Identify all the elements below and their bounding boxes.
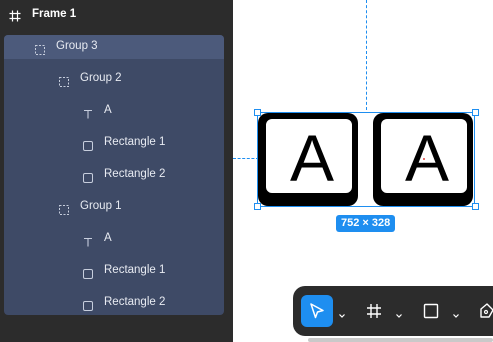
layer-text-a[interactable]: A: [4, 227, 224, 259]
selection-size-badge: 752 × 328: [336, 215, 396, 232]
layer-label: Group 3: [56, 40, 98, 52]
resize-handle-top-left[interactable]: [254, 109, 261, 116]
pen-nib-icon: [480, 303, 493, 318]
horizontal-guide-line: [233, 158, 259, 159]
chevron-down-icon[interactable]: [338, 307, 346, 318]
layer-frame-1[interactable]: Frame 1: [0, 0, 233, 31]
layer-text-a[interactable]: A: [4, 99, 224, 131]
vertical-guide-line: [366, 0, 367, 110]
layer-label: Rectangle 1: [104, 136, 166, 148]
rectangle-icon: [83, 298, 93, 311]
toolbar-scrollbar[interactable]: [308, 338, 493, 342]
layer-label: Group 1: [80, 200, 122, 212]
resize-handle-bottom-left[interactable]: [254, 203, 261, 210]
layer-label: Rectangle 2: [104, 296, 166, 308]
bottom-toolbar: [293, 286, 493, 336]
rectangle-icon: [83, 138, 93, 151]
frame-tool-button[interactable]: [358, 295, 390, 327]
layer-label: Group 2: [80, 72, 122, 84]
chevron-down-icon[interactable]: [452, 307, 460, 318]
resize-handle-bottom-right[interactable]: [472, 203, 479, 210]
move-tool-button[interactable]: [301, 295, 333, 327]
text-icon: [83, 234, 93, 247]
selection-bounding-box[interactable]: [257, 112, 475, 207]
resize-handle-top-right[interactable]: [472, 109, 479, 116]
layer-group-3[interactable]: Group 3: [4, 35, 224, 67]
frame-hash-icon: [367, 304, 381, 318]
rectangle-icon: [83, 170, 93, 183]
layer-label: A: [104, 104, 112, 116]
layer-rectangle-2[interactable]: Rectangle 2: [4, 163, 224, 195]
rectangle-icon: [423, 303, 439, 319]
cursor-arrow-icon: [310, 303, 324, 319]
group-dashed-icon: [59, 74, 69, 87]
selected-group-block: Group 3 Group 2 A Rectangle 1 Rectangle …: [4, 35, 224, 315]
layer-rectangle-1[interactable]: Rectangle 1: [4, 259, 224, 291]
layer-label: Rectangle 1: [104, 264, 166, 276]
shape-tool-button[interactable]: [415, 295, 447, 327]
layer-rectangle-2[interactable]: Rectangle 2: [4, 291, 224, 315]
layer-label: Frame 1: [32, 8, 77, 20]
frame-hash-icon: [9, 9, 21, 22]
rectangle-icon: [83, 266, 93, 279]
chevron-down-icon[interactable]: [395, 307, 403, 318]
layer-group-1[interactable]: Group 1: [4, 195, 224, 227]
layer-label: A: [104, 232, 112, 244]
layer-label: Rectangle 2: [104, 168, 166, 180]
group-dashed-icon: [59, 202, 69, 215]
layer-rectangle-1[interactable]: Rectangle 1: [4, 131, 224, 163]
group-dashed-icon: [35, 42, 45, 55]
pen-tool-button[interactable]: [471, 295, 493, 327]
layers-panel: Frame 1 Group 3 Group 2 A Rectangle 1 Re…: [0, 0, 233, 342]
text-icon: [83, 106, 93, 119]
layer-group-2[interactable]: Group 2: [4, 67, 224, 99]
